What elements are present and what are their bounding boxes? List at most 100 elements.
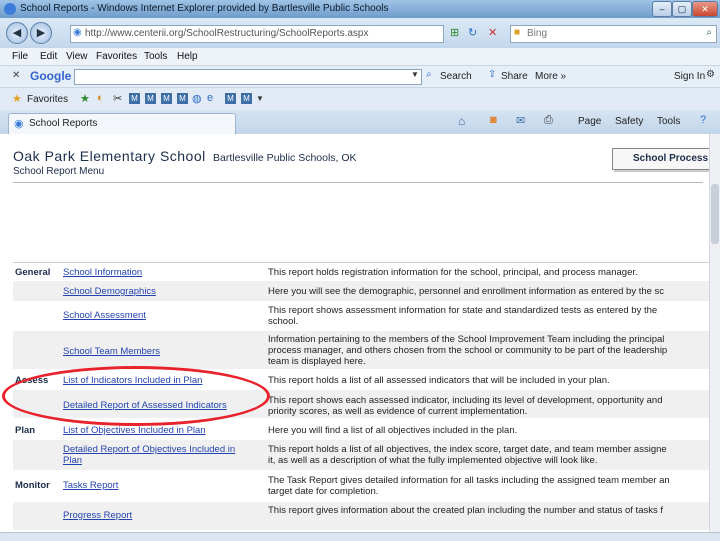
school-process-label: School Process M [633,153,720,164]
page-content: Oak Park Elementary School Bartlesville … [0,134,719,540]
tab-school-reports[interactable]: ◉ School Reports [8,113,236,134]
fav-link-icon[interactable]: M [161,93,172,104]
report-link[interactable]: Detailed Report of Objectives Included i… [63,444,235,455]
section-label: Monitor [15,480,50,491]
report-description: This report shows each assessed indicato… [268,395,663,406]
globe-icon[interactable]: ◍ [192,92,202,105]
menu-tools[interactable]: Tools [144,51,167,62]
report-description: This report shows assessment information… [268,305,658,316]
table-row: Detailed Report of Objectives Included i… [13,440,718,470]
table-row: General School Information This report h… [13,262,718,281]
address-toolbar: ◀ ▶ ◉ http://www.centerii.org/SchoolRest… [0,18,720,48]
tab-bar: ◉ School Reports ⌂ ◙ ✉ ⎙ Page Safety Too… [0,110,720,135]
report-description: Information pertaining to the members of… [268,334,665,345]
menu-view[interactable]: View [66,51,88,62]
report-menu-label: School Report Menu [13,166,105,177]
chevron-down-icon[interactable]: ▼ [411,70,419,79]
favorites-bar: ★ Favorites ★ ◐ ✂ M M M M ◍ e M M ▼ [0,88,720,111]
favorites-button[interactable]: Favorites [27,94,68,105]
address-input[interactable]: ◉ http://www.centerii.org/SchoolRestruct… [70,25,444,43]
google-search-input[interactable] [74,69,422,85]
add-favorite-icon[interactable]: ★ [80,92,90,105]
compat-icon[interactable]: ⊞ [450,26,459,39]
report-description: process manager, and others chosen from … [268,345,668,356]
fav-link-icon[interactable]: M [225,93,236,104]
scrollbar-thumb[interactable] [711,184,719,244]
print-icon[interactable]: ⎙ [544,114,553,127]
maximize-button[interactable]: ▢ [672,1,692,17]
annotation-circle [2,366,270,426]
bing-search-input[interactable]: ■ Bing ⌕ [510,25,717,43]
fav-link-icon[interactable]: M [241,93,252,104]
menu-favorites[interactable]: Favorites [96,51,137,62]
report-link[interactable]: School Demographics [63,286,156,297]
favorites-star-icon: ★ [12,93,22,105]
home-icon[interactable]: ⌂ [458,114,465,128]
forward-button[interactable]: ▶ [30,22,52,44]
tools-menu[interactable]: Tools [657,116,680,127]
feeds-icon[interactable]: ◙ [490,114,497,126]
close-toolbar-icon[interactable]: ✕ [12,70,20,81]
page-menu[interactable]: Page [578,116,601,127]
section-label: Plan [15,425,36,436]
share-icon: ⇪ [488,69,497,80]
search-icon[interactable]: ⌕ [706,27,712,38]
mail-icon[interactable]: ✉ [516,114,525,127]
divider [13,182,703,183]
report-link[interactable]: Tasks Report [63,480,118,491]
report-description: The Task Report gives detailed informati… [268,475,670,486]
report-description: priority scores, as well as evidence of … [268,406,528,417]
web-slice-icon[interactable]: ✂ [113,92,122,105]
close-button[interactable]: ✕ [692,1,718,17]
share-button[interactable]: Share [501,71,528,82]
google-logo: Google [30,69,72,83]
school-process-button[interactable]: School Process M [612,148,720,170]
table-row: Monitor Tasks Report The Task Report giv… [13,472,718,500]
report-description: Here you will find a list of all objecti… [268,425,518,436]
tab-title: School Reports [29,118,98,129]
report-description: Here you will see the demographic, perso… [268,286,665,297]
report-link[interactable]: List of Objectives Included in Plan [63,425,206,436]
page-icon: ◉ [14,118,24,130]
report-description: it, as well as a description of what the… [268,455,598,466]
table-row: School Team Members Information pertaini… [13,331,718,369]
chevron-down-icon[interactable]: ▼ [256,94,264,103]
google-search-icon: ⌕ [426,69,432,80]
fav-link-icon[interactable]: M [145,93,156,104]
report-description: target date for completion. [268,486,379,497]
window-title-bar: School Reports - Windows Internet Explor… [0,0,720,18]
bing-placeholder: Bing [527,28,548,39]
more-button[interactable]: More » [535,71,566,82]
window-title: School Reports - Windows Internet Explor… [20,3,389,14]
report-link[interactable]: School Assessment [63,310,146,321]
report-link[interactable]: School Team Members [63,346,160,357]
district-name: Bartlesville Public Schools, OK [213,152,357,164]
ie-link-icon[interactable]: e [207,92,213,104]
back-button[interactable]: ◀ [6,22,28,44]
google-search-button[interactable]: Search [440,71,472,82]
vertical-scrollbar[interactable] [709,134,720,540]
page-icon: ◉ [73,27,82,38]
menu-edit[interactable]: Edit [40,51,57,62]
bing-icon: ■ [514,27,521,38]
wrench-icon[interactable]: ⚙ [706,69,715,80]
menu-file[interactable]: File [12,51,28,62]
suggested-sites-icon[interactable]: ◐ [97,92,104,104]
menu-help[interactable]: Help [177,51,198,62]
report-description: team is displayed here. [268,356,366,367]
signin-link[interactable]: Sign In [674,71,705,82]
report-description: This report gives information about the … [268,505,664,516]
report-description: This report holds a list of all objectiv… [268,444,667,455]
report-link[interactable]: Progress Report [63,510,132,521]
report-description: school. [268,316,299,327]
report-link[interactable]: Plan [63,455,82,466]
report-link[interactable]: School Information [63,267,142,278]
fav-link-icon[interactable]: M [177,93,188,104]
refresh-icon[interactable]: ↻ [468,26,477,39]
safety-menu[interactable]: Safety [615,116,643,127]
stop-icon[interactable]: ✕ [488,26,497,39]
minimize-button[interactable]: – [652,1,672,17]
help-icon[interactable]: ? [700,114,706,126]
fav-link-icon[interactable]: M [129,93,140,104]
report-description: This report holds registration informati… [268,267,638,278]
